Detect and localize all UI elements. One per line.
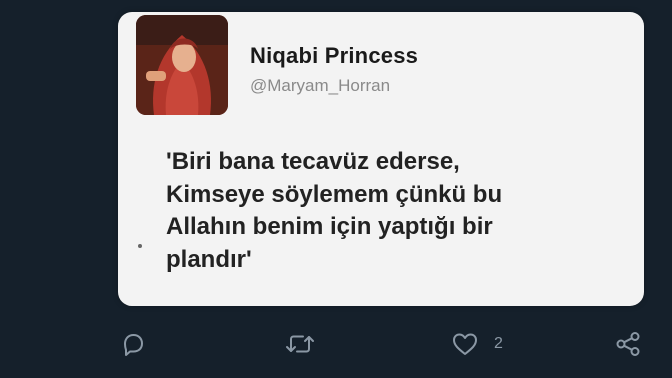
bullet-dot	[138, 244, 142, 248]
tweet-action-bar: 2	[0, 326, 672, 366]
author-handle[interactable]: @Maryam_Horran	[250, 76, 390, 96]
avatar[interactable]	[136, 15, 228, 115]
tweet-text-line: 'Biri bana tecavüz ederse,	[166, 148, 460, 175]
share-button[interactable]	[613, 326, 643, 362]
author-name[interactable]: Niqabi Princess	[250, 43, 418, 69]
tweet-text-line: Kimseye söylemem çünkü bu	[166, 180, 503, 208]
tweet-page: Niqabi Princess @Maryam_Horran 'Biri ban…	[0, 0, 672, 378]
retweet-button[interactable]	[283, 326, 317, 362]
like-button[interactable]: 2	[450, 326, 503, 362]
reply-icon	[118, 329, 148, 359]
heart-icon	[450, 329, 480, 359]
reply-button[interactable]	[118, 326, 148, 362]
tweet-text-line: Allahın benim için yaptığı bir	[166, 213, 493, 240]
like-count: 2	[494, 335, 503, 352]
retweet-icon	[283, 329, 317, 359]
share-icon	[613, 329, 643, 359]
tweet-text: 'Biri bana tecavüz ederse, Kimseye söyle…	[166, 146, 636, 276]
tweet-text-line: plandır'	[166, 245, 252, 273]
tweet-screenshot-card[interactable]: Niqabi Princess @Maryam_Horran 'Biri ban…	[118, 12, 644, 306]
